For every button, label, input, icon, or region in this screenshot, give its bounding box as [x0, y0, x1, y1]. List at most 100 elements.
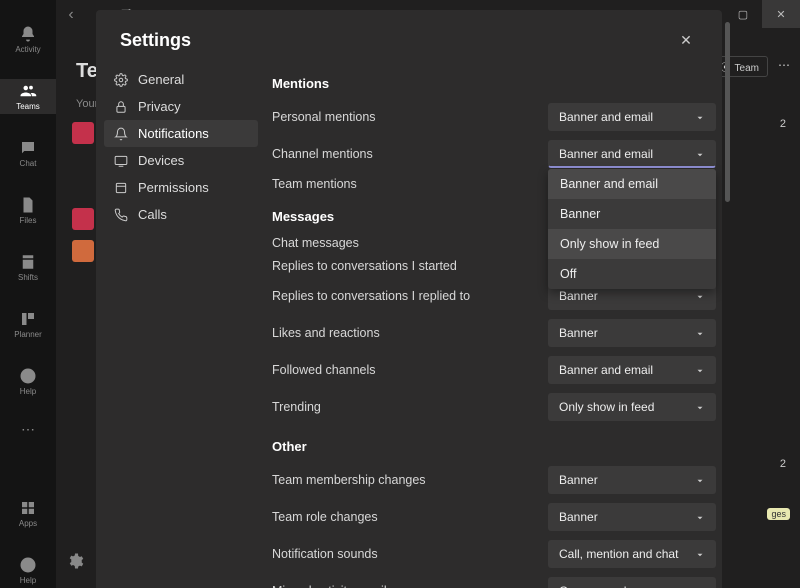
- gear-icon: [114, 73, 128, 87]
- settings-content: Mentions Personal mentions Banner and em…: [266, 60, 722, 588]
- dropdown-likes[interactable]: Banner: [548, 319, 716, 347]
- rail-label: Files: [20, 216, 37, 225]
- settings-modal: Settings ✕ General Privacy Notifications: [96, 10, 722, 588]
- dropdown-value: Call, mention and chat: [559, 547, 678, 561]
- rail-apps[interactable]: Apps: [0, 496, 56, 531]
- nav-label: Calls: [138, 207, 167, 222]
- rail-teams[interactable]: Teams: [0, 79, 56, 114]
- chat-icon: [19, 139, 37, 157]
- rail-help[interactable]: Help: [0, 364, 56, 399]
- settings-nav-notifications[interactable]: Notifications: [104, 120, 258, 147]
- rail-label: Teams: [16, 102, 40, 111]
- row-channel-mentions: Channel mentions Banner and email Banner…: [272, 140, 716, 168]
- row-label: Replies to conversations I started: [272, 259, 548, 273]
- planner-icon: [19, 310, 37, 328]
- teams-icon: [19, 82, 37, 100]
- row-label: Missed activity emails: [272, 584, 548, 588]
- dropdown-value: Banner: [559, 473, 598, 487]
- team-avatar[interactable]: [72, 122, 94, 144]
- bell-icon: [19, 25, 37, 43]
- left-rail: Activity Teams Chat Files Shifts Planner…: [0, 0, 56, 588]
- chevron-down-icon: [695, 549, 705, 559]
- settings-nav-general[interactable]: General: [104, 66, 258, 93]
- dropdown-menu: Banner and email Banner Only show in fee…: [548, 169, 716, 289]
- rail-label: Shifts: [18, 273, 38, 282]
- rail-chat[interactable]: Chat: [0, 136, 56, 171]
- chevron-down-icon: [695, 512, 705, 522]
- row-label: Team mentions: [272, 177, 548, 191]
- rail-label: Apps: [19, 519, 37, 528]
- dropdown-membership[interactable]: Banner: [548, 466, 716, 494]
- dropdown-trending[interactable]: Only show in feed: [548, 393, 716, 421]
- help-icon: [19, 367, 37, 385]
- help-icon: [19, 556, 37, 574]
- dropdown-missed[interactable]: Once every hour: [548, 577, 716, 588]
- dropdown-value: Once every hour: [559, 584, 648, 588]
- settings-nav-permissions[interactable]: Permissions: [104, 174, 258, 201]
- permissions-icon: [114, 181, 128, 195]
- rail-help-bottom[interactable]: Help: [0, 553, 56, 588]
- settings-nav-privacy[interactable]: Privacy: [104, 93, 258, 120]
- scrollbar[interactable]: [725, 22, 730, 202]
- phone-icon: [114, 208, 128, 222]
- modal-title: Settings: [120, 30, 191, 51]
- dropdown-option[interactable]: Off: [548, 259, 716, 289]
- chevron-down-icon: [695, 402, 705, 412]
- rail-planner[interactable]: Planner: [0, 307, 56, 342]
- row-likes: Likes and reactions Banner: [272, 319, 716, 347]
- bell-icon: [114, 127, 128, 141]
- settings-nav-calls[interactable]: Calls: [104, 201, 258, 228]
- rail-files[interactable]: Files: [0, 193, 56, 228]
- dropdown-option[interactable]: Banner: [548, 199, 716, 229]
- section-mentions: Mentions: [272, 76, 716, 91]
- dropdown-value: Banner: [559, 510, 598, 524]
- settings-nav: General Privacy Notifications Devices Pe…: [96, 60, 266, 588]
- team-avatar[interactable]: [72, 208, 94, 230]
- rail-label: Help: [20, 576, 36, 585]
- settings-gear-bg[interactable]: [66, 552, 88, 574]
- dropdown-sounds[interactable]: Call, mention and chat: [548, 540, 716, 568]
- nav-label: Devices: [138, 153, 184, 168]
- badge: 2: [780, 118, 786, 130]
- chevron-down-icon: [695, 149, 705, 159]
- row-followed: Followed channels Banner and email: [272, 356, 716, 384]
- chevron-down-icon: [695, 328, 705, 338]
- row-sounds: Notification sounds Call, mention and ch…: [272, 540, 716, 568]
- chevron-down-icon: [695, 475, 705, 485]
- apps-icon: [19, 499, 37, 517]
- row-label: Likes and reactions: [272, 326, 548, 340]
- dropdown-option[interactable]: Only show in feed: [548, 229, 716, 259]
- close-button[interactable]: ✕: [674, 28, 698, 52]
- rail-label: Planner: [14, 330, 42, 339]
- rail-shifts[interactable]: Shifts: [0, 250, 56, 285]
- row-role: Team role changes Banner: [272, 503, 716, 531]
- rail-activity[interactable]: Activity: [0, 22, 56, 57]
- dropdown-channel-mentions[interactable]: Banner and email: [548, 140, 716, 168]
- team-avatar[interactable]: [72, 240, 94, 262]
- dropdown-option[interactable]: Banner and email: [548, 169, 716, 199]
- nav-label: Privacy: [138, 99, 181, 114]
- devices-icon: [114, 154, 128, 168]
- status-pill: ges: [767, 508, 790, 520]
- dropdown-value: Banner: [559, 289, 598, 303]
- dropdown-followed[interactable]: Banner and email: [548, 356, 716, 384]
- dropdown-value: Banner and email: [559, 363, 653, 377]
- nav-label: Permissions: [138, 180, 209, 195]
- dropdown-role[interactable]: Banner: [548, 503, 716, 531]
- files-icon: [19, 196, 37, 214]
- row-label: Followed channels: [272, 363, 548, 377]
- row-label: Team membership changes: [272, 473, 548, 487]
- dropdown-value: Only show in feed: [559, 400, 654, 414]
- row-label: Notification sounds: [272, 547, 548, 561]
- rail-more[interactable]: ⋯: [21, 421, 35, 438]
- dropdown-value: Banner and email: [559, 110, 653, 124]
- nav-back[interactable]: ‹: [60, 4, 82, 26]
- row-membership: Team membership changes Banner: [272, 466, 716, 494]
- settings-nav-devices[interactable]: Devices: [104, 147, 258, 174]
- team-more[interactable]: ⋯: [778, 58, 790, 72]
- window-close-button[interactable]: ✕: [762, 0, 800, 28]
- rail-label: Help: [20, 387, 36, 396]
- page-subtitle: Your: [76, 98, 98, 110]
- row-personal-mentions: Personal mentions Banner and email: [272, 103, 716, 131]
- dropdown-personal-mentions[interactable]: Banner and email: [548, 103, 716, 131]
